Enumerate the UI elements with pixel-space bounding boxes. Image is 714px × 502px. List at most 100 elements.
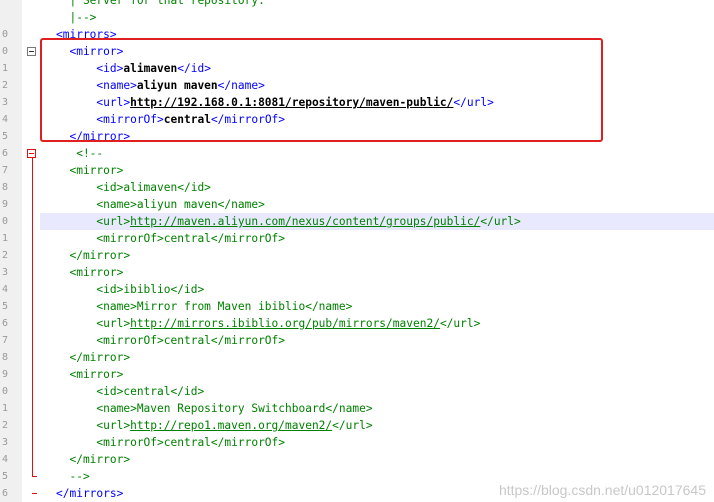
code-line[interactable]: 7 <mirrorOf>central</mirrorOf> (0, 332, 714, 349)
code-token: <name>aliyun maven</name> (56, 198, 265, 211)
line-number: 2 (1, 80, 8, 91)
code-token: </url> (480, 215, 521, 228)
code-token: <mirror> (56, 368, 124, 381)
code-text: <name>Mirror from Maven ibiblio</name> (56, 298, 352, 315)
line-number: 7 (1, 335, 8, 346)
code-token: <id>ibiblio</id> (56, 283, 205, 296)
code-token: <mirror> (56, 164, 124, 177)
code-line[interactable]: 4 </mirror> (0, 451, 714, 468)
line-number: 5 (1, 471, 8, 482)
code-text: <!-- (56, 145, 103, 162)
fold-toggle-icon[interactable] (27, 47, 36, 56)
line-number: 6 (1, 318, 8, 329)
code-text: <mirrorOf>central</mirrorOf> (56, 332, 285, 349)
code-line[interactable]: 2 <name>aliyun maven</name> (0, 77, 714, 94)
code-token: <url> (56, 215, 131, 228)
code-line[interactable]: 8 <id>alimaven</id> (0, 179, 714, 196)
code-text: <mirrors> (56, 26, 117, 43)
code-token: </mirrorOf> (210, 113, 286, 126)
code-line[interactable]: 0 <id>central</id> (0, 383, 714, 400)
code-line[interactable]: 9 <mirror> (0, 366, 714, 383)
code-line[interactable]: 9 <name>aliyun maven</name> (0, 196, 714, 213)
code-line[interactable]: 2 <url>http://repo1.maven.org/maven2/</u… (0, 417, 714, 434)
code-token: <url> (56, 419, 131, 432)
code-text: <mirrorOf>central</mirrorOf> (56, 111, 285, 128)
code-token: |--> (56, 11, 97, 24)
code-line[interactable]: 2 </mirror> (0, 247, 714, 264)
code-line[interactable]: 1 <id>alimaven</id> (0, 60, 714, 77)
code-line[interactable]: 3 <mirrorOf>central</mirrorOf> (0, 434, 714, 451)
code-line[interactable]: 1 <mirrorOf>central</mirrorOf> (0, 230, 714, 247)
code-token: <name> (56, 79, 137, 92)
code-token: </mirror> (56, 351, 131, 364)
code-line[interactable]: 0 <mirror> (0, 43, 714, 60)
code-text: --> (56, 468, 90, 485)
code-token: <mirror> (56, 45, 124, 58)
code-line[interactable]: 4 <mirrorOf>central</mirrorOf> (0, 111, 714, 128)
code-line[interactable]: 5 <name>Mirror from Maven ibiblio</name> (0, 298, 714, 315)
line-number: 0 (1, 216, 8, 227)
code-token: </mirror> (56, 130, 131, 143)
code-token: --> (56, 470, 90, 483)
code-text: </mirror> (56, 451, 130, 468)
code-token: <mirror> (56, 266, 124, 279)
code-text: </mirrors> (56, 485, 123, 502)
code-token: <id>alimaven</id> (56, 181, 211, 194)
code-text: <name>aliyun maven</name> (56, 77, 265, 94)
url-link[interactable]: http://maven.aliyun.com/nexus/content/gr… (130, 215, 480, 228)
code-line[interactable]: 7 <mirror> (0, 162, 714, 179)
line-number: 8 (1, 182, 8, 193)
code-text: </mirror> (56, 247, 130, 264)
code-line[interactable]: 5 </mirror> (0, 128, 714, 145)
code-token: </id> (177, 62, 211, 75)
line-number: 3 (1, 267, 8, 278)
code-line[interactable]: 4 <id>ibiblio</id> (0, 281, 714, 298)
line-number: 2 (1, 250, 8, 261)
code-token: <!-- (56, 147, 104, 160)
line-number: 2 (1, 420, 8, 431)
line-number: 6 (1, 148, 8, 159)
line-number: 0 (1, 46, 8, 57)
line-number: 1 (1, 403, 8, 414)
code-text: <id>alimaven</id> (56, 60, 211, 77)
line-number: 4 (1, 114, 8, 125)
code-token: </mirror> (56, 453, 131, 466)
code-token: </mirrors> (56, 487, 124, 500)
line-number: 9 (1, 199, 8, 210)
code-token: </url> (453, 96, 494, 109)
code-token: </name> (217, 79, 265, 92)
code-token: <mirrors> (56, 28, 117, 41)
code-token: alimaven (123, 62, 178, 75)
code-line[interactable]: 0 <mirrors> (0, 26, 714, 43)
code-line[interactable]: 6 <!-- (0, 145, 714, 162)
code-line[interactable]: 0 <url>http://maven.aliyun.com/nexus/con… (2, 213, 714, 230)
code-line[interactable]: | Server for that repository. (0, 0, 714, 9)
code-token: </url> (439, 317, 481, 330)
code-line[interactable]: 6 <url>http://mirrors.ibiblio.org/pub/mi… (0, 315, 714, 332)
line-number: 8 (1, 352, 8, 363)
watermark: https://blog.csdn.net/u012017645 (498, 482, 706, 498)
code-token: <name>Maven Repository Switchboard</name… (56, 402, 373, 415)
code-token: central (163, 113, 211, 126)
code-text: <url>http://192.168.0.1:8081/repository/… (56, 94, 494, 111)
line-number: 5 (1, 301, 8, 312)
line-number: 9 (1, 369, 8, 380)
code-text: <mirrorOf>central</mirrorOf> (56, 434, 285, 451)
code-line[interactable]: 1 <name>Maven Repository Switchboard</na… (0, 400, 714, 417)
line-number: 4 (1, 454, 8, 465)
code-text: <mirrorOf>central</mirrorOf> (56, 230, 285, 247)
code-token: <mirrorOf> (56, 113, 164, 126)
code-token: </mirror> (56, 249, 131, 262)
line-number: 4 (1, 284, 8, 295)
url-link[interactable]: http://192.168.0.1:8081/repository/maven… (130, 96, 453, 109)
line-number: 0 (1, 386, 8, 397)
code-line[interactable]: 3 <url>http://192.168.0.1:8081/repositor… (0, 94, 714, 111)
url-link[interactable]: http://mirrors.ibiblio.org/pub/mirrors/m… (130, 317, 440, 330)
fold-toggle-icon[interactable] (27, 149, 36, 158)
code-line[interactable]: |--> (0, 9, 714, 26)
code-line[interactable]: 8 </mirror> (0, 349, 714, 366)
code-line[interactable]: 3 <mirror> (0, 264, 714, 281)
url-link[interactable]: http://repo1.maven.org/maven2/ (130, 419, 332, 432)
code-text: <mirror> (56, 162, 123, 179)
code-text: <url>http://mirrors.ibiblio.org/pub/mirr… (56, 315, 480, 332)
